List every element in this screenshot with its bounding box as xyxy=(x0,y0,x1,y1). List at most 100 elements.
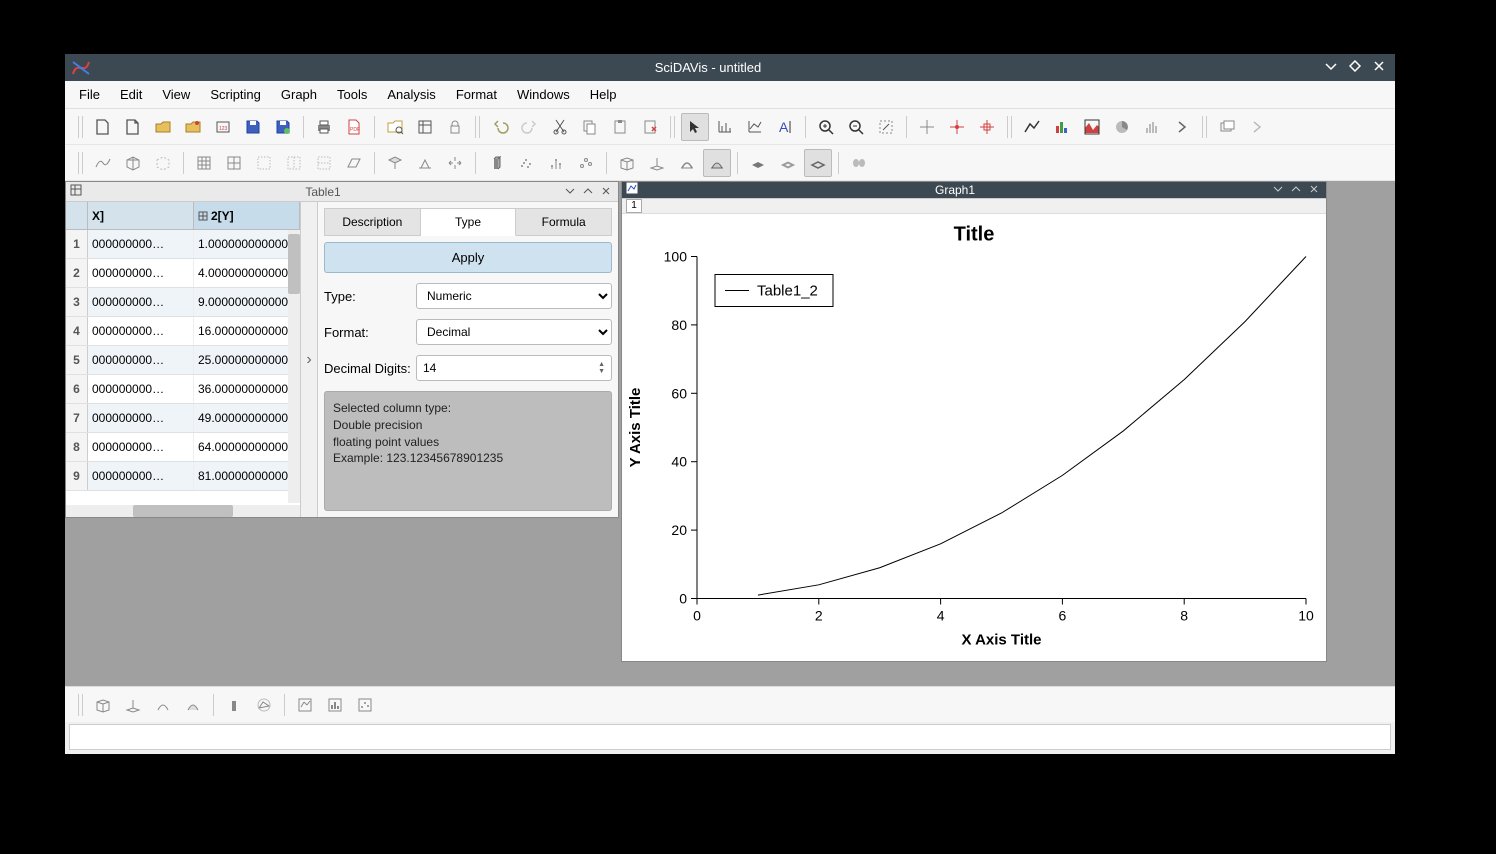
results-log-button[interactable] xyxy=(411,113,439,141)
btool-5[interactable] xyxy=(220,691,248,719)
row-header[interactable]: 2 xyxy=(66,259,88,287)
table-row[interactable]: 4000000000…16.00000000000… xyxy=(66,317,300,346)
row-header[interactable]: 8 xyxy=(66,433,88,461)
rescale-button[interactable] xyxy=(872,113,900,141)
lock-button[interactable] xyxy=(441,113,469,141)
graph-window-titlebar[interactable]: Graph1 xyxy=(622,182,1326,199)
btool-7[interactable] xyxy=(291,691,319,719)
row-header[interactable]: 9 xyxy=(66,462,88,490)
menu-format[interactable]: Format xyxy=(446,83,507,106)
next2-button[interactable] xyxy=(1243,113,1271,141)
menu-file[interactable]: File xyxy=(69,83,110,106)
redo-button[interactable] xyxy=(516,113,544,141)
floor-proj-2-button[interactable] xyxy=(774,149,802,177)
format-select[interactable]: Decimal xyxy=(416,319,612,345)
menu-help[interactable]: Help xyxy=(580,83,627,106)
data-reader-button[interactable] xyxy=(711,113,739,141)
tab-description[interactable]: Description xyxy=(324,208,421,236)
row-header[interactable]: 1 xyxy=(66,230,88,258)
table-min-button[interactable] xyxy=(562,185,578,199)
cell-y[interactable]: 64.00000000000… xyxy=(194,433,300,461)
table-row[interactable]: 7000000000…49.00000000000… xyxy=(66,404,300,433)
floor2-button[interactable] xyxy=(411,149,439,177)
table-vscroll[interactable] xyxy=(288,230,300,503)
expand-button[interactable] xyxy=(441,149,469,177)
grid4-button[interactable] xyxy=(280,149,308,177)
tab-formula[interactable]: Formula xyxy=(516,208,612,236)
table-hscroll[interactable] xyxy=(66,505,300,517)
cell-x[interactable]: 000000000… xyxy=(88,375,194,403)
screen-reader-button[interactable] xyxy=(913,113,941,141)
btool-8[interactable] xyxy=(321,691,349,719)
floor-proj-1-button[interactable] xyxy=(744,149,772,177)
row-header[interactable]: 3 xyxy=(66,288,88,316)
area-plot-button[interactable] xyxy=(1078,113,1106,141)
grid5-button[interactable] xyxy=(310,149,338,177)
row-header[interactable]: 5 xyxy=(66,346,88,374)
print-button[interactable] xyxy=(310,113,338,141)
table-row[interactable]: 6000000000…36.00000000000… xyxy=(66,375,300,404)
table-row[interactable]: 3000000000…9.0000000000000… xyxy=(66,288,300,317)
table-row[interactable]: 9000000000…81.00000000000… xyxy=(66,462,300,491)
menu-graph[interactable]: Graph xyxy=(271,83,327,106)
cell-y[interactable]: 81.00000000000… xyxy=(194,462,300,490)
cell-x[interactable]: 000000000… xyxy=(88,230,194,258)
3d-wire-button[interactable] xyxy=(119,149,147,177)
scatter3d-1-button[interactable] xyxy=(512,149,540,177)
menu-scripting[interactable]: Scripting xyxy=(200,83,271,106)
apply-button[interactable]: Apply xyxy=(324,242,612,273)
graph-max-button[interactable] xyxy=(1288,183,1304,197)
next-button[interactable] xyxy=(1168,113,1196,141)
col-header-x[interactable]: X] xyxy=(88,202,194,229)
scatter3d-3-button[interactable] xyxy=(572,149,600,177)
project-explorer-button[interactable] xyxy=(381,113,409,141)
table-row[interactable]: 8000000000…64.00000000000… xyxy=(66,433,300,462)
graph-min-button[interactable] xyxy=(1270,183,1286,197)
histogram-button[interactable] xyxy=(1138,113,1166,141)
row-header[interactable]: 4 xyxy=(66,317,88,345)
btool-2[interactable] xyxy=(119,691,147,719)
line-plot-button[interactable] xyxy=(1018,113,1046,141)
cell-y[interactable]: 9.0000000000000… xyxy=(194,288,300,316)
table-row[interactable]: 2000000000…4.0000000000000… xyxy=(66,259,300,288)
btool-6[interactable] xyxy=(250,691,278,719)
grid-button[interactable] xyxy=(190,149,218,177)
cell-y[interactable]: 1.0000000000000… xyxy=(194,230,300,258)
btool-3[interactable] xyxy=(149,691,177,719)
table-row[interactable]: 1000000000…1.0000000000000… xyxy=(66,230,300,259)
floor-proj-3-button[interactable] xyxy=(804,149,832,177)
data-cursor-button[interactable] xyxy=(943,113,971,141)
save-button[interactable] xyxy=(239,113,267,141)
export-pdf-button[interactable]: PDF xyxy=(340,113,368,141)
axes-3-button[interactable] xyxy=(673,149,701,177)
zoom-in-button[interactable] xyxy=(812,113,840,141)
data-table[interactable]: X] 2[Y] 1000000000…1.0000000000000…20000… xyxy=(66,202,300,517)
menu-analysis[interactable]: Analysis xyxy=(377,83,445,106)
3d-hidden-button[interactable] xyxy=(149,149,177,177)
menu-edit[interactable]: Edit xyxy=(110,83,152,106)
paste-button[interactable] xyxy=(606,113,634,141)
pointer-tool-button[interactable] xyxy=(681,113,709,141)
cell-x[interactable]: 000000000… xyxy=(88,346,194,374)
btool-1[interactable] xyxy=(89,691,117,719)
bar-plot-button[interactable] xyxy=(1048,113,1076,141)
cell-x[interactable]: 000000000… xyxy=(88,433,194,461)
table-row[interactable]: 5000000000…25.00000000000… xyxy=(66,346,300,375)
cell-x[interactable]: 000000000… xyxy=(88,462,194,490)
grid3-button[interactable] xyxy=(250,149,278,177)
select-range-button[interactable] xyxy=(741,113,769,141)
cell-x[interactable]: 000000000… xyxy=(88,404,194,432)
cell-y[interactable]: 49.00000000000… xyxy=(194,404,300,432)
animation-button[interactable] xyxy=(845,149,873,177)
text-tool-button[interactable]: A xyxy=(771,113,799,141)
axes-1-button[interactable] xyxy=(613,149,641,177)
import-ascii-button[interactable]: 123 xyxy=(209,113,237,141)
maximize-button[interactable] xyxy=(1345,59,1365,77)
menu-windows[interactable]: Windows xyxy=(507,83,580,106)
btool-4[interactable] xyxy=(179,691,207,719)
copy-button[interactable] xyxy=(576,113,604,141)
add-layer-button[interactable] xyxy=(1213,113,1241,141)
cell-x[interactable]: 000000000… xyxy=(88,288,194,316)
open-button[interactable] xyxy=(149,113,177,141)
save-template-button[interactable] xyxy=(269,113,297,141)
